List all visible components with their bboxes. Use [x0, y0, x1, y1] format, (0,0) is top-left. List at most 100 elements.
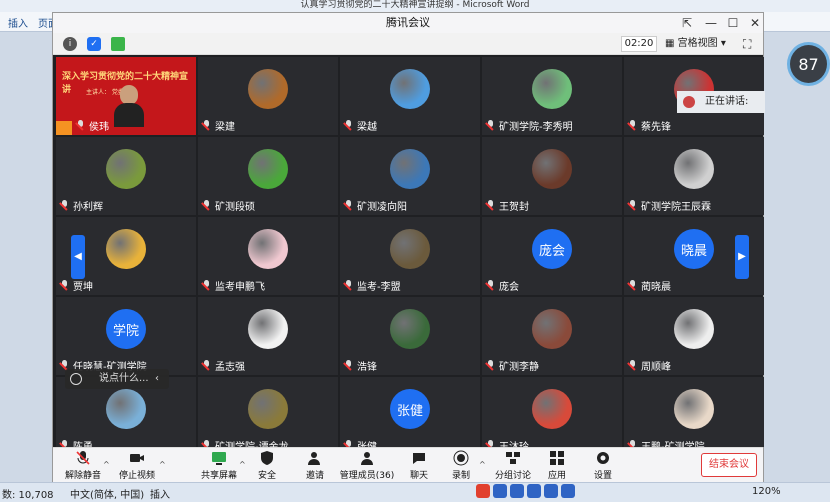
participant-tile[interactable]: 浩锋 [340, 297, 480, 375]
participant-name: 王沐玲 [486, 438, 529, 447]
participant-tile[interactable]: 矿测李静 [482, 297, 622, 375]
participant-name: 庞会 [486, 278, 519, 293]
participant-tile[interactable]: 周顺峰 [624, 297, 764, 375]
speaking-label: 正在讲话: [705, 96, 749, 107]
mic-muted-icon [344, 280, 353, 291]
participant-tile[interactable]: 监考申鹏飞 [198, 217, 338, 295]
quick-chat-bar[interactable]: 说点什么... ‹ [65, 369, 169, 389]
next-page-button[interactable]: ▶ [735, 235, 749, 279]
mute-options-chevron-icon[interactable]: ^ [103, 460, 110, 469]
participant-name-label: 梁越 [357, 122, 377, 133]
security-label: 安全 [257, 471, 276, 481]
participant-tile[interactable]: 王贺封 [482, 137, 622, 215]
participant-name: 侯玮 [76, 118, 109, 133]
mic-muted-icon [76, 451, 90, 465]
record-button[interactable]: 录制 [445, 450, 477, 482]
minimize-icon[interactable]: — [699, 13, 723, 33]
participant-name-label: 梁建 [215, 122, 235, 133]
status-insert-mode[interactable]: 插入 [150, 486, 170, 501]
participant-tile[interactable]: 学院 任晓慧-矿测学院 [56, 297, 196, 375]
mic-muted-icon [344, 360, 353, 371]
ime-voice-icon[interactable] [544, 484, 558, 498]
participant-tile[interactable]: 王鹏-矿测学院 [624, 377, 764, 447]
avatar [106, 229, 146, 269]
video-options-chevron-icon[interactable]: ^ [159, 460, 166, 469]
avatar [532, 389, 572, 429]
share-screen-icon [212, 452, 226, 465]
avatar [248, 389, 288, 429]
apps-button[interactable]: 应用 [541, 450, 573, 482]
participant-name: 孙利辉 [60, 198, 103, 213]
prev-page-button[interactable]: ◀ [71, 235, 85, 279]
avatar [674, 389, 714, 429]
ime-mode-icon[interactable] [493, 484, 507, 498]
breakout-button[interactable]: 分组讨论 [493, 450, 533, 482]
chat-input[interactable]: 说点什么... [99, 369, 149, 389]
participant-tile[interactable]: 监考-李盟 [340, 217, 480, 295]
shield-icon[interactable]: ✓ [87, 37, 101, 51]
avatar [106, 389, 146, 429]
chat-button[interactable]: 聊天 [403, 450, 435, 482]
participant-name: 矿测段硕 [202, 198, 255, 213]
record-options-chevron-icon[interactable]: ^ [479, 460, 486, 469]
invite-button[interactable]: 邀请 [299, 450, 331, 482]
manage-members-button[interactable]: 管理成员(36) [337, 450, 397, 482]
mic-muted-icon [202, 120, 211, 131]
participant-tile[interactable]: 矿测学院王辰霖 [624, 137, 764, 215]
share-screen-button[interactable]: 共享屏幕 [197, 450, 241, 482]
mic-muted-icon [202, 280, 211, 291]
participant-name-label: 矿测学院王辰霖 [641, 202, 711, 213]
fullscreen-icon[interactable]: ⛶ [743, 36, 759, 52]
emoji-icon[interactable] [70, 373, 82, 385]
security-button[interactable]: 安全 [251, 450, 283, 482]
collapse-chevron-icon[interactable]: ‹ [155, 369, 159, 389]
avatar [248, 149, 288, 189]
view-mode-button[interactable]: ▦ 宫格视图 ▾ [665, 36, 739, 52]
participant-tile[interactable]: 矿测凌向阳 [340, 137, 480, 215]
ribbon-tab-insert[interactable]: 插入 [8, 15, 28, 30]
participant-tile[interactable]: 矿测学院-谭金龙 [198, 377, 338, 447]
participant-name: 陈勇 [60, 438, 93, 447]
close-icon[interactable]: ✕ [743, 13, 767, 33]
avatar [674, 309, 714, 349]
speaker-video [114, 85, 144, 127]
avatar [106, 149, 146, 189]
participant-tile[interactable]: 梁越 [340, 57, 480, 135]
participant-tile[interactable]: 梁建 [198, 57, 338, 135]
end-meeting-button[interactable]: 结束会议 [701, 453, 757, 477]
participant-tile[interactable]: 庞会 庞会 [482, 217, 622, 295]
maximize-icon[interactable]: ☐ [721, 13, 745, 33]
participant-name: 矿测学院王辰霖 [628, 198, 711, 213]
word-title-bar: 认真学习贯彻党的二十大精神宣讲提纲 - Microsoft Word [0, 0, 830, 12]
participant-name-label: 周顺峰 [641, 362, 671, 373]
participant-tile[interactable]: 矿测段硕 [198, 137, 338, 215]
participant-name-label: 蔡先锋 [641, 122, 671, 133]
pin-icon[interactable]: ⇱ [675, 13, 699, 33]
zoom-widget[interactable]: 87 [787, 42, 830, 86]
participant-name-label: 监考申鹏飞 [215, 282, 265, 293]
info-icon[interactable]: i [63, 37, 77, 51]
unmute-button[interactable]: 解除静音 [61, 450, 105, 482]
ime-punct-icon[interactable] [510, 484, 524, 498]
mic-muted-icon [60, 200, 69, 211]
participant-tile[interactable]: 孙利辉 [56, 137, 196, 215]
ime-emoji-icon[interactable] [527, 484, 541, 498]
share-options-chevron-icon[interactable]: ^ [239, 460, 246, 469]
ime-keyboard-icon[interactable] [561, 484, 575, 498]
sogou-ime-icon[interactable] [476, 484, 490, 498]
status-language[interactable]: 中文(简体, 中国) [70, 486, 144, 501]
participant-name-label: 贾坤 [73, 282, 93, 293]
participant-name: 王贺封 [486, 198, 529, 213]
participant-name: 蔡先锋 [628, 118, 671, 133]
stop-video-button[interactable]: 停止视频 [115, 450, 159, 482]
participant-tile[interactable]: 王沐玲 [482, 377, 622, 447]
participant-tile[interactable]: 孟志强 [198, 297, 338, 375]
participant-tile[interactable]: 矿测学院-李秀明 [482, 57, 622, 135]
status-zoom[interactable]: 120% [752, 486, 781, 497]
gear-icon [597, 452, 609, 464]
breakout-icon [506, 452, 520, 464]
participant-tile[interactable]: 深入学习贯彻党的二十大精神宣讲 主讲人： 党委书记 侯玮 [56, 57, 196, 135]
participant-tile[interactable]: 张健张健 [340, 377, 480, 447]
settings-button[interactable]: 设置 [587, 450, 619, 482]
participant-name: 孟志强 [202, 358, 245, 373]
